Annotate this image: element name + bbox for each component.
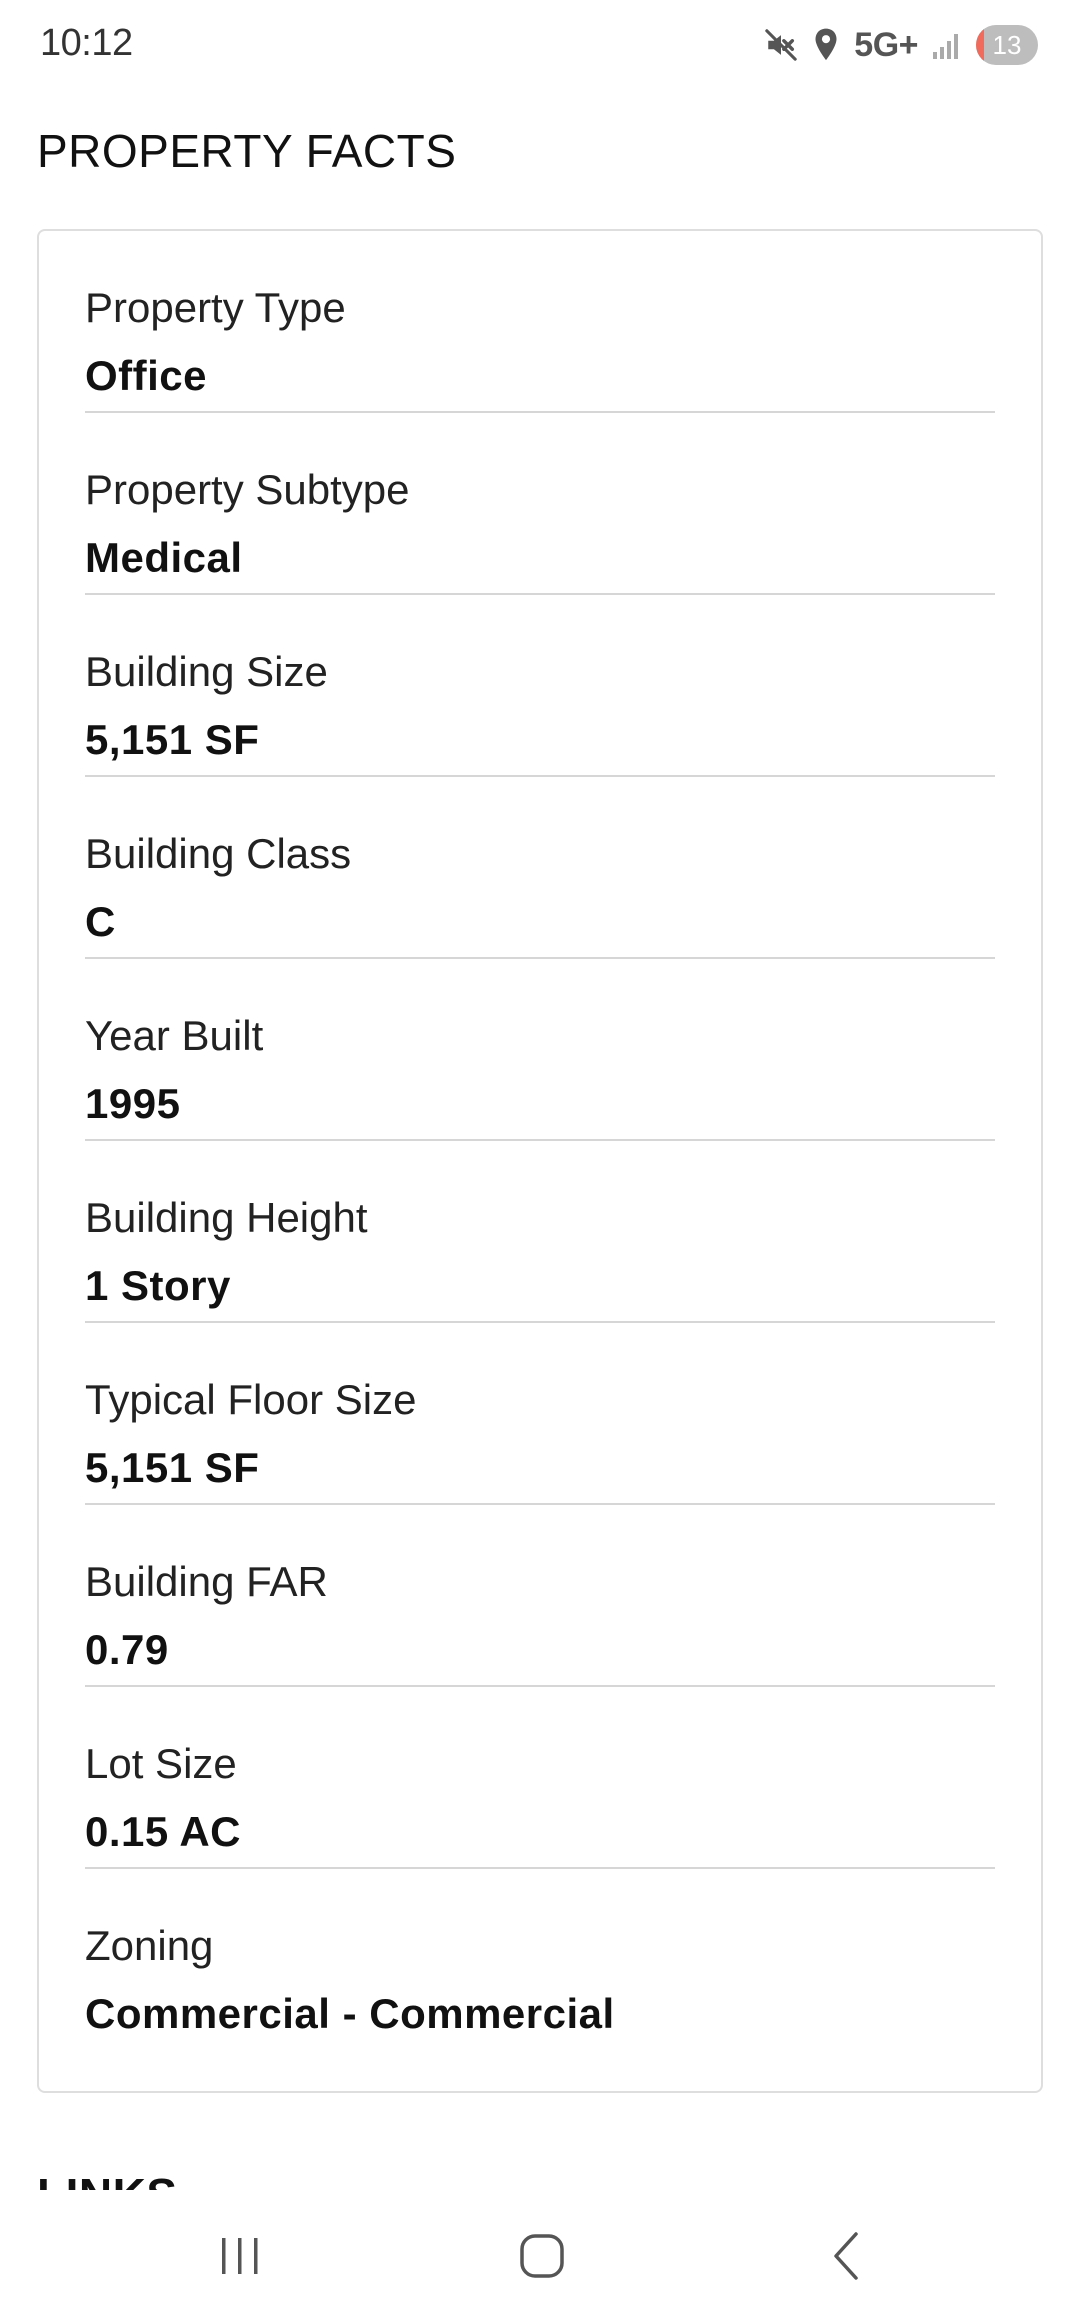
battery-level-fill (976, 25, 985, 65)
fact-label: Building Size (85, 648, 328, 695)
back-icon (834, 2232, 858, 2280)
fact-value: Commercial - Commercial (85, 1990, 615, 2037)
fact-row: Building Class C (85, 777, 995, 959)
fact-value: 1995 (85, 1080, 181, 1127)
back-button[interactable] (806, 2226, 886, 2286)
fact-label: Building Height (85, 1194, 368, 1241)
fact-value: 0.15 AC (85, 1808, 242, 1855)
status-bar: 10:12 5G+ 13 (0, 0, 1080, 92)
status-icons: 5G+ 13 (764, 22, 1038, 68)
status-time: 10:12 (40, 22, 133, 64)
fact-label: Typical Floor Size (85, 1376, 417, 1423)
home-button[interactable] (502, 2226, 582, 2286)
links-section-title: LINKS (37, 2168, 178, 2190)
fact-label: Property Type (85, 284, 346, 331)
recents-icon (222, 2238, 258, 2274)
fact-value: Office (85, 352, 208, 399)
fact-label: Lot Size (85, 1740, 237, 1787)
fact-value: 5,151 SF (85, 1444, 260, 1491)
fact-label: Year Built (85, 1012, 264, 1059)
battery-level: 13 (992, 29, 1022, 60)
fact-value: 0.79 (85, 1626, 169, 1673)
location-icon (812, 27, 840, 63)
fact-row: Year Built 1995 (85, 959, 995, 1141)
network-label: 5G+ (854, 25, 918, 64)
fact-row: Building Size 5,151 SF (85, 595, 995, 777)
mute-icon (764, 28, 798, 62)
fact-value: C (85, 898, 116, 945)
fact-row: Property Subtype Medical (85, 413, 995, 595)
fact-value: 5,151 SF (85, 716, 260, 763)
navigation-bar (0, 2196, 1080, 2316)
property-facts-card: Property Type Office Property Subtype Medic… (37, 229, 1043, 2093)
fact-row: Building Height 1 Story (85, 1141, 995, 1323)
fact-value: 1 Story (85, 1262, 231, 1309)
battery-icon: 13 (976, 25, 1038, 65)
home-icon (520, 2234, 564, 2278)
fact-row: Building FAR 0.79 (85, 1505, 995, 1687)
fact-row: Typical Floor Size 5,151 SF (85, 1323, 995, 1505)
page-title: PROPERTY FACTS (37, 125, 457, 177)
fact-row: Zoning Commercial - Commercial (85, 1869, 995, 2051)
recents-button[interactable] (200, 2226, 280, 2286)
signal-icon (932, 30, 962, 60)
fact-label: Zoning (85, 1922, 214, 1969)
fact-value: Medical (85, 534, 243, 581)
fact-row: Lot Size 0.15 AC (85, 1687, 995, 1869)
fact-label: Building FAR (85, 1558, 328, 1605)
fact-label: Building Class (85, 830, 352, 877)
fact-label: Property Subtype (85, 466, 410, 513)
fact-row: Property Type Office (85, 231, 995, 413)
